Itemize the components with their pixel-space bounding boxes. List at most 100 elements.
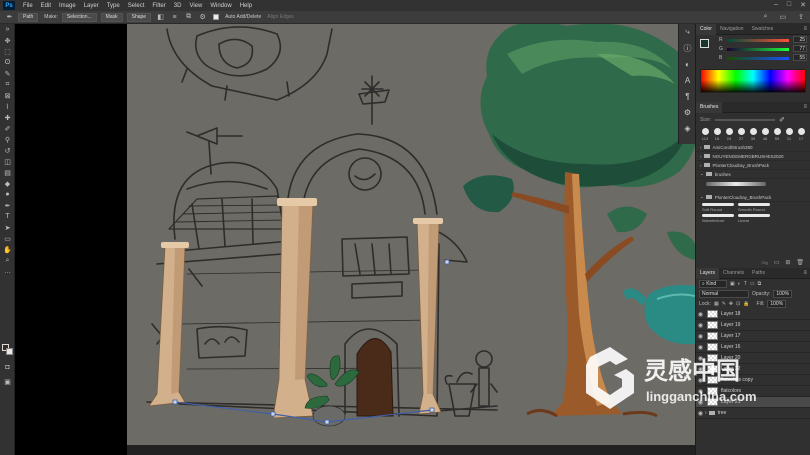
- lock-artboard-icon[interactable]: ⊡: [736, 301, 740, 307]
- slider-b-value[interactable]: 55: [793, 54, 807, 61]
- menu-help[interactable]: Help: [240, 3, 252, 9]
- menu-select[interactable]: Select: [128, 3, 145, 9]
- opacity-input[interactable]: 100%: [773, 290, 793, 298]
- brush-tool-icon[interactable]: ✐: [0, 123, 15, 134]
- brush-stroke[interactable]: Soft Round: [702, 203, 734, 212]
- tab-paths[interactable]: Paths: [748, 268, 769, 279]
- visibility-eye-icon[interactable]: ◉: [696, 311, 705, 318]
- brush-preset[interactable]: 39: [748, 128, 758, 141]
- history-brush-tool-icon[interactable]: ↺: [0, 145, 15, 156]
- delete-brush-icon[interactable]: 🗑: [796, 259, 804, 266]
- adjustments-panel-icon[interactable]: ◐: [679, 56, 696, 72]
- new-folder-icon[interactable]: ▭: [774, 259, 780, 266]
- brush-settings-icon[interactable]: ✐: [779, 116, 785, 124]
- mask-button[interactable]: Mask: [100, 12, 123, 22]
- brush-preset[interactable]: 27: [736, 128, 746, 141]
- fill-input[interactable]: 100%: [767, 300, 787, 308]
- layer-row[interactable]: ◉ Layer 19: [696, 320, 810, 331]
- frame-tool-icon[interactable]: ⊠: [0, 90, 15, 101]
- eraser-tool-icon[interactable]: ◫: [0, 156, 15, 167]
- tab-layers[interactable]: Layers: [696, 267, 720, 279]
- brush-folder[interactable]: › PlonterCloudray_BrushPack: [696, 161, 810, 170]
- filter-pixel-icon[interactable]: ▣: [730, 281, 735, 287]
- path-select-tool-icon[interactable]: ➤: [0, 222, 15, 233]
- maximize-icon[interactable]: □: [787, 1, 791, 9]
- lasso-tool-icon[interactable]: ʘ: [0, 57, 15, 68]
- brush-preset[interactable]: 46: [760, 128, 770, 141]
- styles-panel-icon[interactable]: ◈: [679, 120, 696, 136]
- brush-size-slider[interactable]: [715, 118, 776, 121]
- rectangle-tool-icon[interactable]: ▭: [0, 233, 15, 244]
- path-mode-dropdown[interactable]: Path: [18, 12, 39, 22]
- auto-add-delete-checkbox[interactable]: [213, 14, 220, 20]
- pen-tool-icon-side[interactable]: ✒: [0, 200, 15, 211]
- brush-stroke[interactable]: Wavetexture: [702, 214, 734, 223]
- quick-select-tool-icon[interactable]: ✎: [0, 68, 15, 79]
- more-tools-icon[interactable]: …: [0, 266, 15, 277]
- color-spectrum[interactable]: [700, 69, 806, 93]
- lock-all-icon[interactable]: 🔒: [743, 301, 749, 307]
- share-icon[interactable]: ⇪: [798, 13, 804, 21]
- filter-type-icon[interactable]: T: [744, 281, 747, 287]
- lock-move-icon[interactable]: ✥: [729, 301, 733, 307]
- screen-mode-icon[interactable]: ▣: [0, 376, 15, 387]
- brush-preset[interactable]: 16: [712, 128, 722, 141]
- blend-mode-dropdown[interactable]: Normal: [699, 290, 749, 298]
- properties-panel-icon[interactable]: ⚙: [679, 104, 696, 120]
- hand-tool-icon[interactable]: ✋: [0, 244, 15, 255]
- menu-view[interactable]: View: [189, 3, 202, 9]
- slider-r[interactable]: R 25: [719, 36, 810, 45]
- brush-folder[interactable]: › NGUYENGEMERGBRUSHES2020: [696, 152, 810, 161]
- foreground-color-chip[interactable]: [700, 39, 709, 48]
- eyedropper-tool-icon[interactable]: ⌇: [0, 101, 15, 112]
- menu-edit[interactable]: Edit: [41, 3, 51, 9]
- dodge-tool-icon[interactable]: ●: [0, 189, 15, 200]
- filter-smart-icon[interactable]: ⧉: [758, 281, 762, 287]
- slider-r-bar[interactable]: [727, 39, 789, 42]
- slider-b-bar[interactable]: [727, 57, 789, 60]
- layer-row[interactable]: ◉ Layer 17: [696, 331, 810, 342]
- gear-icon[interactable]: ⚙: [198, 13, 207, 22]
- menu-filter[interactable]: Filter: [152, 3, 165, 9]
- background-color-swatch[interactable]: [6, 348, 13, 355]
- slider-r-value[interactable]: 25: [793, 36, 807, 43]
- info-panel-icon[interactable]: ⓘ: [679, 40, 696, 56]
- brush-stroke[interactable]: Linear: [738, 214, 770, 223]
- menu-type[interactable]: Type: [107, 3, 120, 9]
- quick-mask-icon[interactable]: ◘: [0, 362, 15, 373]
- brush-stroke[interactable]: Smooth Round: [738, 203, 770, 212]
- slider-b[interactable]: B 55: [719, 54, 810, 63]
- new-brush-icon[interactable]: ⊞: [785, 259, 790, 266]
- selection-button[interactable]: Selection...: [61, 12, 97, 22]
- lock-pixels-icon[interactable]: ▦: [714, 301, 719, 307]
- healing-tool-icon[interactable]: ✚: [0, 112, 15, 123]
- tab-swatches[interactable]: Swatches: [748, 24, 778, 35]
- layer-kind-filter[interactable]: ⌕ Kind: [699, 280, 727, 288]
- path-arrangement-icon[interactable]: ⧉: [184, 13, 193, 22]
- pen-tool-icon[interactable]: ✒: [5, 13, 14, 22]
- blur-tool-icon[interactable]: ◆: [0, 178, 15, 189]
- slider-g-bar[interactable]: [727, 48, 789, 51]
- visibility-eye-icon[interactable]: ◉: [696, 333, 705, 340]
- lock-paint-icon[interactable]: ✎: [722, 301, 726, 307]
- brush-stroke-preview[interactable]: [696, 179, 810, 193]
- minimize-icon[interactable]: –: [774, 1, 778, 9]
- paragraph-panel-icon[interactable]: ¶: [679, 88, 696, 104]
- filter-adjust-icon[interactable]: ◐: [738, 281, 741, 287]
- tab-color[interactable]: Color: [696, 23, 716, 35]
- slider-g[interactable]: G 77: [719, 45, 810, 54]
- menu-3d[interactable]: 3D: [174, 3, 182, 9]
- menu-layer[interactable]: Layer: [84, 3, 99, 9]
- zoom-tool-icon[interactable]: ⌕: [0, 255, 15, 266]
- menu-window[interactable]: Window: [210, 3, 231, 9]
- layer-row[interactable]: ◉ Layer 18: [696, 309, 810, 320]
- brush-preset[interactable]: 11: [784, 128, 794, 141]
- brush-folder[interactable]: ⌄ PlonterCloudray_BrushPack: [696, 193, 810, 202]
- close-icon[interactable]: ✕: [800, 1, 806, 9]
- filter-shape-icon[interactable]: ▭: [750, 281, 755, 287]
- tab-channels[interactable]: Channels: [719, 268, 748, 279]
- history-panel-icon[interactable]: ⤷: [679, 24, 696, 40]
- brush-preset[interactable]: 113: [700, 128, 710, 141]
- visibility-eye-icon[interactable]: ◉: [696, 322, 705, 329]
- path-operations-icon[interactable]: ◧: [156, 13, 165, 22]
